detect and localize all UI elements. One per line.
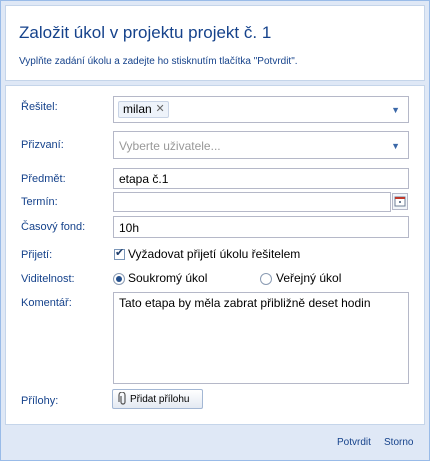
viditelnost-label: Viditelnost: — [21, 273, 75, 285]
prijeti-label: Přijetí: — [21, 249, 53, 261]
chevron-down-icon[interactable]: ▼ — [391, 105, 400, 115]
form-body: Řešitel: milan ✕ ▼ Přizvaní: Vyberte uži… — [5, 85, 425, 425]
create-task-dialog: Založit úkol v projektu projekt č. 1 Vyp… — [0, 0, 430, 461]
predmet-input[interactable]: etapa č.1 — [113, 168, 409, 189]
casovy-fond-label: Časový fond: — [21, 221, 86, 233]
prilohy-label: Přílohy: — [21, 395, 59, 407]
radio-private-label[interactable]: Soukromý úkol — [128, 271, 207, 285]
resitel-tag-label: milan — [123, 102, 152, 116]
radio-private[interactable] — [113, 273, 125, 285]
prijeti-checkbox-label[interactable]: Vyžadovat přijetí úkolu řešitelem — [128, 247, 300, 261]
cancel-button[interactable]: Storno — [384, 437, 413, 448]
close-icon[interactable]: ✕ — [155, 102, 164, 117]
confirm-button[interactable]: Potvrdit — [337, 437, 371, 448]
dialog-title: Založit úkol v projektu projekt č. 1 — [19, 23, 272, 42]
casovy-fond-input[interactable]: 10h — [113, 216, 409, 238]
komentar-value: Tato etapa by měla zabrat přibližně dese… — [119, 296, 371, 310]
paperclip-icon — [118, 391, 128, 409]
checkmark-icon: ✔ — [115, 247, 125, 259]
dialog-subtitle: Vyplňte zadání úkolu a zadejte ho stiskn… — [19, 56, 298, 67]
prizvani-field[interactable]: Vyberte uživatele... ▼ — [113, 131, 409, 159]
calendar-icon[interactable] — [392, 193, 408, 210]
prizvani-label: Přizvaní: — [21, 139, 64, 151]
komentar-textarea[interactable]: Tato etapa by měla zabrat přibližně dese… — [113, 292, 409, 384]
radio-public[interactable] — [260, 273, 272, 285]
add-attachment-label: Přidat přílohu — [130, 394, 190, 405]
prizvani-placeholder: Vyberte uživatele... — [119, 139, 221, 153]
add-attachment-button[interactable]: Přidat přílohu — [112, 389, 203, 409]
komentar-label: Komentář: — [21, 297, 72, 309]
casovy-fond-value: 10h — [119, 221, 140, 235]
chevron-down-icon[interactable]: ▼ — [391, 141, 400, 151]
resitel-field[interactable]: milan ✕ ▼ — [113, 96, 409, 123]
radio-selected-dot — [116, 276, 122, 282]
predmet-label: Předmět: — [21, 173, 66, 185]
termin-label: Termín: — [21, 196, 58, 208]
resitel-tag[interactable]: milan ✕ — [118, 101, 169, 118]
resitel-label: Řešitel: — [21, 101, 58, 113]
dialog-header: Založit úkol v projektu projekt č. 1 Vyp… — [5, 5, 425, 81]
prijeti-checkbox[interactable]: ✔ — [114, 247, 125, 260]
predmet-value: etapa č.1 — [119, 172, 169, 186]
termin-input[interactable] — [113, 192, 391, 212]
radio-public-label[interactable]: Veřejný úkol — [276, 271, 341, 285]
